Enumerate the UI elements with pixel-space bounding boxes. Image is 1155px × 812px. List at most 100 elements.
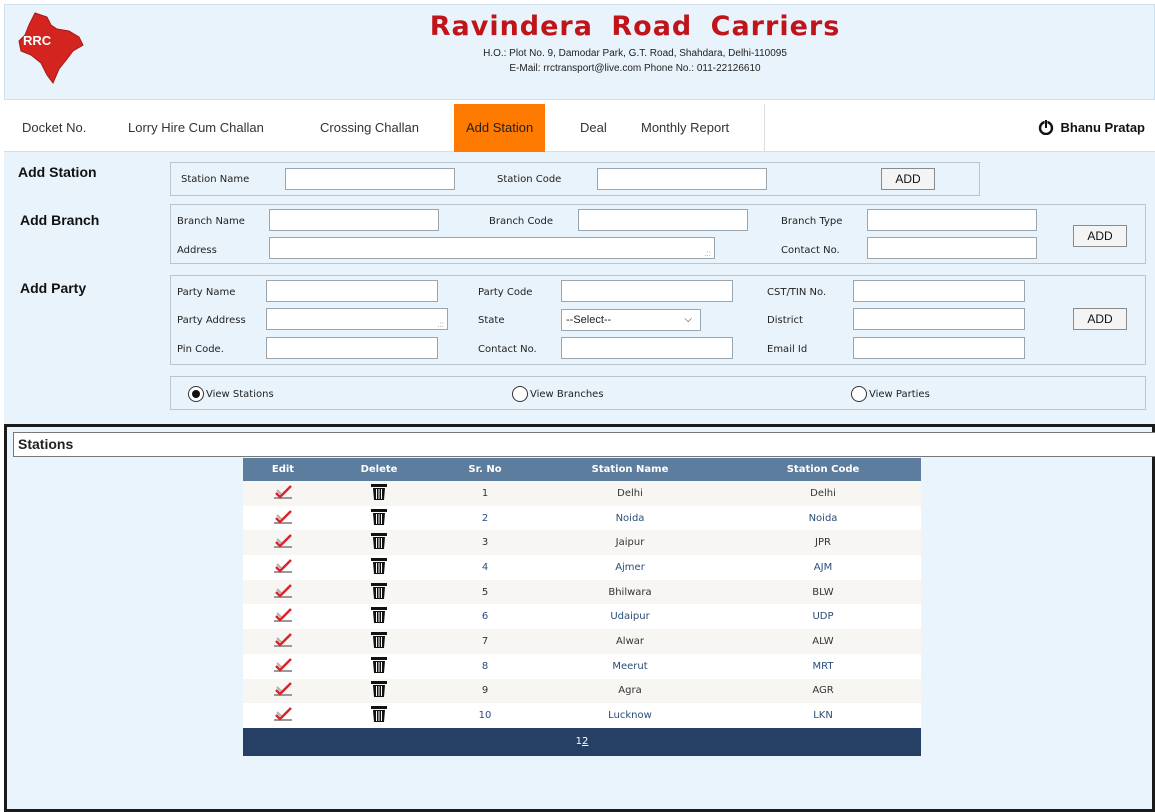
- nav-crossing-challan[interactable]: Crossing Challan: [320, 104, 419, 152]
- station-name-cell: Delhi: [535, 481, 725, 506]
- trash-icon[interactable]: [370, 508, 388, 529]
- pin-code-label: Pin Code.: [177, 344, 224, 355]
- cst-tin-input[interactable]: [853, 280, 1025, 302]
- party-name-input[interactable]: [266, 280, 438, 302]
- add-station-title: Add Station: [18, 164, 97, 180]
- station-code-cell: MRT: [725, 653, 921, 679]
- station-name-cell: Ajmer: [535, 555, 725, 580]
- edit-icon[interactable]: [273, 633, 293, 651]
- party-contact-input[interactable]: [561, 337, 733, 359]
- state-select[interactable]: --Select-- ⌵: [561, 309, 701, 331]
- branch-address-textarea[interactable]: [269, 237, 715, 259]
- station-name-input[interactable]: [285, 168, 455, 190]
- user-menu[interactable]: Bhanu Pratap: [1038, 104, 1145, 152]
- company-address: H.O.: Plot No. 9, Damodar Park, G.T. Roa…: [483, 48, 787, 59]
- table-row: 7 Alwar ALW: [243, 629, 921, 654]
- edit-cell: [243, 505, 323, 531]
- trash-icon[interactable]: [370, 656, 388, 677]
- add-branch-button[interactable]: ADD: [1073, 225, 1127, 247]
- state-select-value: --Select--: [566, 314, 612, 326]
- station-code-cell: BLW: [725, 579, 921, 605]
- trash-icon[interactable]: [370, 533, 388, 553]
- cst-tin-label: CST/TIN No.: [767, 287, 827, 298]
- party-name-label: Party Name: [177, 287, 236, 298]
- branch-code-input[interactable]: [578, 209, 748, 231]
- header: RRC Ravindera Road Carriers H.O.: Plot N…: [4, 4, 1155, 100]
- edit-icon[interactable]: [273, 534, 293, 552]
- edit-cell: [243, 530, 323, 556]
- branch-type-input[interactable]: [867, 209, 1037, 231]
- trash-icon[interactable]: [370, 607, 388, 627]
- add-station-box: Station Name Station Code ADD: [170, 162, 980, 196]
- delete-cell: [323, 481, 435, 506]
- sr-no-cell: 7: [435, 629, 535, 654]
- table-row: 2 Noida Noida: [243, 505, 921, 531]
- branch-contact-input[interactable]: [867, 237, 1037, 259]
- add-branch-box: Branch Name Branch Code Branch Type Addr…: [170, 204, 1146, 264]
- view-parties-radio[interactable]: View Parties: [851, 386, 930, 402]
- station-code-cell: LKN: [725, 703, 921, 728]
- edit-icon[interactable]: [273, 559, 293, 577]
- station-code-cell: AJM: [725, 555, 921, 580]
- table-row: 10 Lucknow LKN: [243, 703, 921, 728]
- edit-icon[interactable]: [273, 657, 293, 676]
- table-row: 8 Meerut MRT: [243, 653, 921, 679]
- district-input[interactable]: [853, 308, 1025, 330]
- nav-deal[interactable]: Deal: [580, 104, 607, 152]
- edit-cell: [243, 579, 323, 605]
- nav-lorry-hire-cum-challan[interactable]: Lorry Hire Cum Challan: [128, 104, 264, 152]
- email-input[interactable]: [853, 337, 1025, 359]
- station-name-cell: Bhilwara: [535, 579, 725, 605]
- radio-selected-icon: [188, 386, 204, 402]
- add-party-button[interactable]: ADD: [1073, 308, 1127, 330]
- party-code-label: Party Code: [478, 287, 533, 298]
- add-party-title: Add Party: [20, 280, 87, 296]
- station-name-cell: Agra: [535, 678, 725, 704]
- edit-icon[interactable]: [273, 484, 293, 503]
- sr-no-cell: 2: [435, 505, 535, 531]
- trash-icon[interactable]: [370, 706, 388, 726]
- table-row: 4 Ajmer AJM: [243, 555, 921, 580]
- table-row: 6 Udaipur UDP: [243, 604, 921, 630]
- edit-cell: [243, 629, 323, 654]
- party-code-input[interactable]: [561, 280, 733, 302]
- party-address-textarea[interactable]: [266, 308, 448, 330]
- trash-icon[interactable]: [370, 582, 388, 603]
- edit-icon[interactable]: [273, 583, 293, 602]
- radio-empty-icon: [512, 386, 528, 402]
- trash-icon[interactable]: [370, 631, 388, 652]
- nav-monthly-report[interactable]: Monthly Report: [641, 104, 729, 152]
- branch-type-label: Branch Type: [781, 216, 843, 227]
- edit-icon[interactable]: [273, 707, 293, 725]
- trash-icon[interactable]: [370, 557, 388, 578]
- col-station-name: Station Name: [535, 458, 725, 481]
- delete-cell: [323, 579, 435, 605]
- branch-contact-label: Contact No.: [781, 245, 840, 256]
- sr-no-cell: 9: [435, 678, 535, 704]
- branch-name-input[interactable]: [269, 209, 439, 231]
- forms-area: Add Station Station Name Station Code AD…: [4, 152, 1155, 424]
- chevron-down-icon: ⌵: [684, 314, 692, 325]
- pin-code-input[interactable]: [266, 337, 438, 359]
- station-code-cell: JPR: [725, 530, 921, 556]
- party-contact-label: Contact No.: [478, 344, 537, 355]
- sr-no-cell: 10: [435, 703, 535, 728]
- edit-icon[interactable]: [273, 509, 293, 528]
- view-stations-radio[interactable]: View Stations: [188, 386, 274, 402]
- trash-icon[interactable]: [370, 681, 388, 701]
- station-code-label: Station Code: [497, 174, 562, 185]
- station-name-cell: Udaipur: [535, 604, 725, 630]
- edit-icon[interactable]: [273, 608, 293, 626]
- add-station-button[interactable]: ADD: [881, 168, 935, 190]
- view-branches-radio[interactable]: View Branches: [512, 386, 604, 402]
- view-parties-label: View Parties: [869, 388, 930, 400]
- branch-code-label: Branch Code: [489, 216, 554, 227]
- station-code-input[interactable]: [597, 168, 767, 190]
- pager-page-2[interactable]: 2: [582, 736, 588, 747]
- trash-icon[interactable]: [370, 483, 388, 504]
- edit-icon[interactable]: [273, 682, 293, 700]
- nav-docket-no[interactable]: Docket No.: [22, 104, 86, 152]
- sr-no-cell: 1: [435, 481, 535, 506]
- branch-name-label: Branch Name: [177, 216, 245, 227]
- nav-add-station[interactable]: Add Station: [454, 104, 546, 152]
